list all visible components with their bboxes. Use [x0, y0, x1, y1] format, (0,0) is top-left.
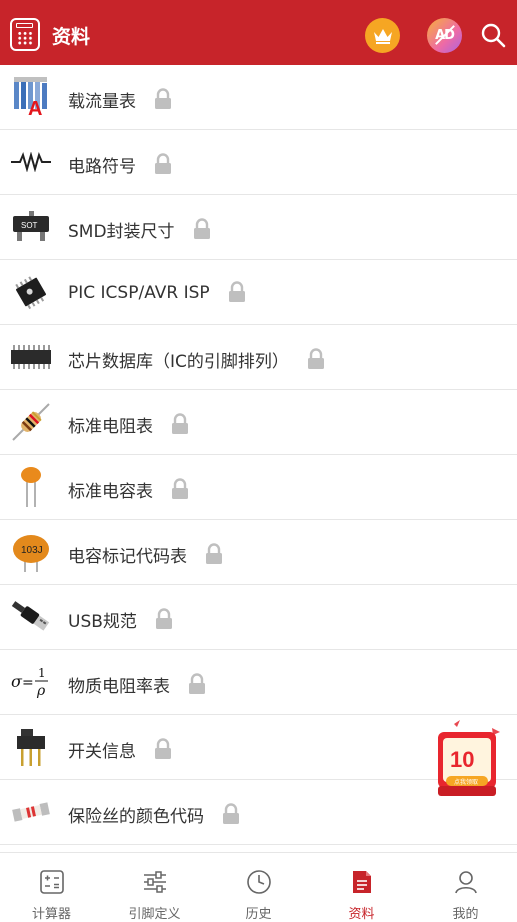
list-item[interactable]: 103J 电容标记代码表 [0, 520, 517, 585]
promo-gift-badge[interactable]: 10 点我领取 [432, 718, 504, 800]
list-item[interactable]: 标准电阻表 [0, 390, 517, 455]
lock-icon [155, 737, 171, 759]
list-item-label: 开关信息 [68, 742, 136, 762]
lock-icon [228, 281, 245, 302]
capacitor-code-icon: 103J [10, 532, 52, 572]
svg-text:103J: 103J [21, 545, 43, 556]
sot-package-icon: SOT [10, 207, 52, 247]
list-item-label: 电容标记代码表 [68, 547, 187, 567]
lock-icon [206, 542, 222, 564]
list-item-label: SMD封装尺寸 [68, 222, 175, 242]
slide-switch-icon [10, 727, 52, 767]
calculator-app-icon[interactable] [10, 18, 40, 51]
resistivity-formula-icon: σ = 1 ρ [10, 662, 52, 702]
lock-icon [307, 347, 324, 369]
svg-text:SOT: SOT [21, 221, 38, 230]
list-item-label: 电路符号 [68, 157, 136, 177]
lock-icon [172, 412, 188, 434]
list-item-label: 标准电容表 [68, 482, 153, 502]
bottom-tab-bar: 计算器 引脚定义 历史 资料 我的 [0, 852, 517, 922]
tab-label: 资料 [348, 907, 375, 922]
tab-label: 引脚定义 [128, 907, 181, 922]
tab-pinout[interactable]: 引脚定义 [103, 853, 206, 922]
lock-icon [193, 217, 210, 239]
resistor-icon [10, 402, 52, 442]
list-item-label: 芯片数据库（IC的引脚排列） [68, 352, 289, 372]
ceramic-capacitor-icon [10, 467, 52, 507]
search-icon[interactable] [480, 22, 506, 48]
lock-icon [223, 802, 239, 824]
microchip-icon [10, 272, 52, 312]
clock-icon [246, 870, 271, 894]
list-item[interactable]: 电路符号 [0, 130, 517, 195]
list-item[interactable]: σ = 1 ρ 物质电阻率表 [0, 650, 517, 715]
fuse-icon [10, 792, 52, 832]
svg-text:点我领取: 点我领取 [454, 778, 478, 786]
list-item-label: USB规范 [68, 612, 137, 632]
list-item[interactable]: SOT SMD封装尺寸 [0, 195, 517, 260]
list-item-label: 保险丝的颜色代码 [68, 807, 204, 827]
list-item[interactable]: 标准电容表 [0, 455, 517, 520]
calculator-icon [39, 870, 64, 894]
list-item-label: 载流量表 [68, 92, 136, 112]
list-item[interactable]: USB规范 [0, 585, 517, 650]
tab-label: 我的 [452, 907, 479, 922]
lock-icon [155, 152, 171, 174]
tab-calculator[interactable]: 计算器 [0, 853, 103, 922]
lock-icon [189, 672, 205, 694]
lock-icon [155, 87, 171, 109]
document-icon [352, 871, 371, 893]
list-item-label: 物质电阻率表 [68, 677, 170, 697]
lock-icon [155, 607, 172, 629]
list-item[interactable]: A 载流量表 [0, 65, 517, 130]
svg-text:=: = [22, 675, 34, 691]
tab-label: 历史 [245, 907, 272, 922]
sliders-icon [143, 871, 166, 893]
svg-text:A: A [28, 98, 42, 117]
list-item-label: PIC ICSP/AVR ISP [68, 283, 210, 303]
svg-text:10: 10 [450, 747, 474, 772]
app-bar: 资料 AD [0, 0, 517, 65]
tab-materials[interactable]: 资料 [310, 853, 413, 922]
tab-profile[interactable]: 我的 [414, 853, 517, 922]
svg-text:ρ: ρ [36, 683, 46, 699]
user-icon [454, 871, 477, 894]
crown-icon [373, 28, 392, 44]
remove-ads-button[interactable]: AD [427, 18, 462, 53]
dip-ic-icon [10, 337, 52, 377]
list-item[interactable]: 芯片数据库（IC的引脚排列） [0, 325, 517, 390]
vip-crown-button[interactable] [365, 18, 400, 53]
wire-ampacity-icon: A [10, 77, 52, 117]
svg-text:1: 1 [38, 666, 46, 680]
resistor-symbol-icon [10, 142, 52, 182]
list-item[interactable]: PIC ICSP/AVR ISP [0, 260, 517, 325]
page-title: 资料 [52, 26, 91, 48]
lock-icon [172, 477, 188, 499]
list-item-label: 标准电阻表 [68, 417, 153, 437]
usb-plug-icon [10, 597, 52, 637]
tab-history[interactable]: 历史 [207, 853, 310, 922]
tab-label: 计算器 [31, 907, 71, 922]
